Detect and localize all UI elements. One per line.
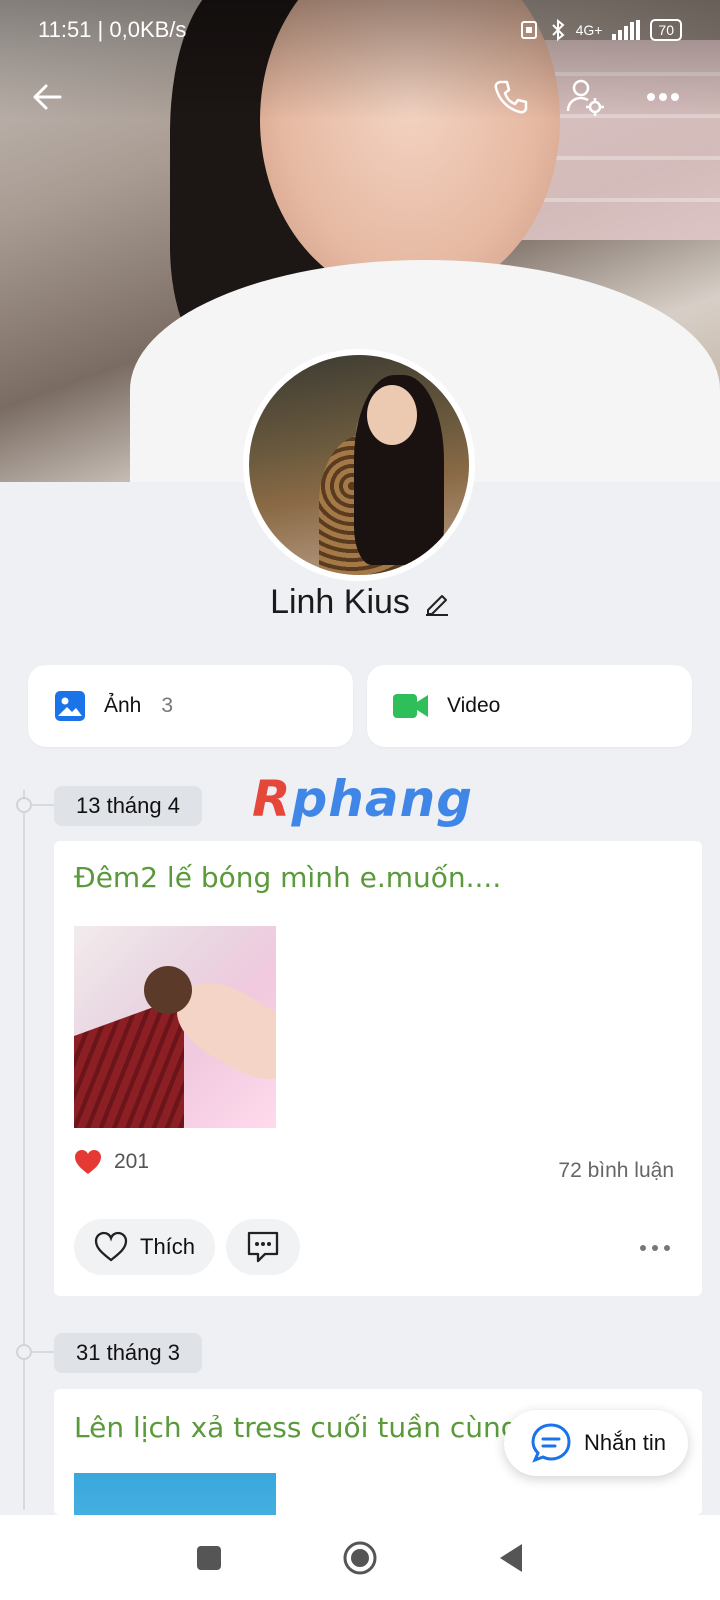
status-bar: 11:51 | 0,0KB/s 4G+ 70 bbox=[0, 0, 720, 60]
photo-icon bbox=[55, 691, 85, 721]
message-button[interactable]: Nhắn tin bbox=[504, 1410, 688, 1476]
comments-count[interactable]: 72 bình luận bbox=[558, 1159, 674, 1183]
date-chip: 31 tháng 3 bbox=[54, 1333, 202, 1373]
video-label: Video bbox=[447, 694, 501, 717]
post-image[interactable] bbox=[74, 1473, 276, 1515]
bluetooth-icon bbox=[551, 18, 565, 42]
like-button[interactable]: Thích bbox=[74, 1219, 216, 1275]
profile-name-row: Linh Kius bbox=[0, 583, 720, 622]
phone-icon[interactable] bbox=[488, 74, 534, 120]
message-label: Nhắn tin bbox=[584, 1430, 666, 1455]
likes-count: 201 bbox=[114, 1150, 150, 1173]
more-options-icon[interactable] bbox=[640, 74, 686, 120]
post-card[interactable]: Đêm2 lế bóng mình e.muốn.... 201 72 bình… bbox=[54, 841, 702, 1296]
post-image-floor bbox=[74, 995, 184, 1128]
network-type: 4G+ bbox=[575, 22, 603, 38]
photos-button[interactable]: Ảnh 3 bbox=[28, 665, 353, 747]
screen-mirror-icon bbox=[520, 21, 537, 39]
comment-button[interactable] bbox=[226, 1219, 300, 1275]
photos-count: 3 bbox=[161, 694, 174, 717]
home-icon[interactable] bbox=[342, 1540, 378, 1576]
back-triangle-icon[interactable] bbox=[498, 1543, 524, 1573]
post-image-bear bbox=[144, 966, 192, 1014]
video-button[interactable]: Video bbox=[367, 665, 692, 747]
post-text: Đêm2 lế bóng mình e.muốn.... bbox=[74, 861, 502, 894]
signal-icon bbox=[612, 20, 641, 40]
avatar-face bbox=[367, 385, 417, 445]
timeline-connector bbox=[32, 804, 54, 806]
battery-indicator: 70 bbox=[650, 19, 682, 41]
post-more-icon[interactable] bbox=[640, 1245, 670, 1251]
video-icon bbox=[393, 694, 428, 718]
heart-outline-icon bbox=[94, 1231, 128, 1262]
system-navigation-bar bbox=[0, 1515, 720, 1600]
profile-settings-icon[interactable] bbox=[562, 74, 608, 120]
profile-name: Linh Kius bbox=[270, 583, 410, 621]
heart-icon bbox=[75, 1150, 101, 1174]
status-icons: 4G+ 70 bbox=[518, 18, 682, 42]
like-label: Thích bbox=[140, 1234, 196, 1259]
likes-summary[interactable]: 201 bbox=[74, 1149, 149, 1175]
photos-label: Ảnh bbox=[104, 694, 142, 717]
chat-bubble-icon bbox=[531, 1423, 571, 1463]
comment-icon bbox=[247, 1231, 279, 1263]
avatar[interactable] bbox=[243, 349, 475, 581]
recents-icon[interactable] bbox=[196, 1545, 222, 1571]
post-image[interactable] bbox=[74, 926, 276, 1128]
timeline-dot bbox=[16, 797, 32, 813]
timeline-dot bbox=[16, 1344, 32, 1360]
back-arrow-icon[interactable] bbox=[24, 74, 70, 120]
timeline-connector bbox=[32, 1351, 54, 1353]
watermark: Rphang bbox=[252, 770, 474, 828]
status-time-speed: 11:51 | 0,0KB/s bbox=[38, 17, 187, 42]
edit-pencil-icon[interactable] bbox=[424, 590, 450, 616]
date-chip: 13 tháng 4 bbox=[54, 786, 202, 826]
timeline-line bbox=[23, 790, 25, 1510]
